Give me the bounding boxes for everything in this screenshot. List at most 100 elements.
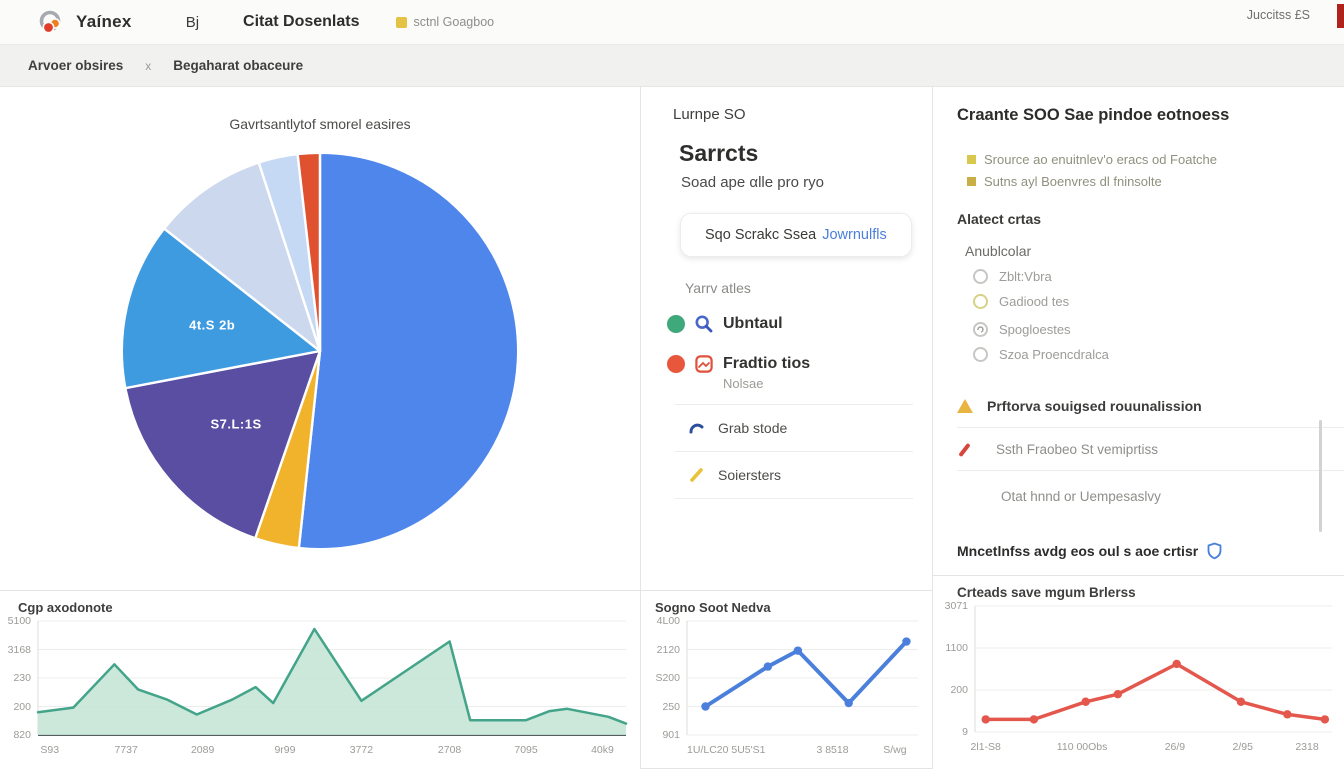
radio-icon bbox=[973, 294, 988, 309]
radio-icon bbox=[973, 322, 988, 337]
footer-row[interactable]: Mncetlnfss avdg eos oul s aoe crtisr bbox=[957, 542, 1344, 560]
settings-panel: Craante SOO Sae pindoe eotnoess Srource … bbox=[933, 86, 1344, 595]
browser-logo-icon[interactable] bbox=[38, 10, 62, 34]
x-tick-label: 3 8518 bbox=[816, 744, 848, 756]
y-tick-label: 1100 bbox=[933, 642, 968, 654]
legend-item-2-sub: Nolsae bbox=[723, 376, 913, 391]
divider bbox=[675, 404, 913, 405]
x-tick-label: 9r99 bbox=[274, 744, 295, 756]
arc-icon bbox=[687, 418, 707, 438]
tab-second[interactable]: Begaharat obaceure bbox=[173, 58, 303, 73]
menu-item-1[interactable]: Bj bbox=[186, 14, 199, 31]
legend-item-2[interactable]: Fradtio tios bbox=[667, 354, 913, 374]
panel-heading: Sarrcts bbox=[679, 140, 932, 167]
shield-icon bbox=[1206, 542, 1223, 560]
topbar-right-label[interactable]: Juccitss £S bbox=[1247, 8, 1310, 22]
button-link-text: Jowrnulfls bbox=[822, 227, 886, 243]
tab-close-icon[interactable]: x bbox=[145, 59, 151, 73]
y-tick-label: 3168 bbox=[0, 644, 31, 656]
radio-option-3[interactable]: Spogloestes bbox=[973, 322, 1344, 337]
legend-item-4[interactable]: Soiersters bbox=[687, 465, 913, 485]
bullet-list: Srource ao enuitnlev'o eracs od Foatche … bbox=[957, 152, 1344, 189]
primary-action-button[interactable]: Sqo Scrakc Ssea Jowrnulfls bbox=[681, 214, 911, 256]
line-chart-panel-blue: Sogno Soot Nedva 4L002120S2002509011U/LC… bbox=[641, 590, 933, 769]
y-tick-label: 2120 bbox=[641, 644, 680, 656]
pie-chart: S7.L:1S 4t.S 2b bbox=[117, 148, 523, 554]
magnifier-icon bbox=[694, 314, 714, 334]
pie-slice-label: S7.L:1S bbox=[210, 416, 261, 431]
y-tick-label: 200 bbox=[933, 684, 968, 696]
menu-item-2[interactable]: Citat Dosenlats bbox=[243, 13, 359, 31]
pie-chart-title: Gavrtsantlytof smorel easires bbox=[0, 116, 640, 132]
y-tick-label: 5100 bbox=[0, 615, 31, 627]
divider bbox=[675, 451, 913, 452]
green-status-dot bbox=[667, 315, 685, 333]
radio-option-1[interactable]: Zblt:Vbra bbox=[973, 269, 1344, 284]
x-tick-label: 26/9 bbox=[1165, 741, 1185, 753]
x-tick-label: 40k9 bbox=[591, 744, 614, 756]
x-tick-label: S93 bbox=[40, 744, 59, 756]
slash-icon bbox=[687, 465, 707, 485]
line-chart-panel-red: Crteads save mgum Brlerss 3071 1100 200 92l… bbox=[933, 575, 1344, 769]
x-tick-label: 7095 bbox=[514, 744, 537, 756]
image-icon bbox=[694, 354, 714, 374]
divider bbox=[957, 427, 1344, 428]
scrollbar-thumb[interactable] bbox=[1319, 420, 1322, 532]
legend-item-3[interactable]: Grab stode bbox=[687, 418, 913, 438]
y-tick-label: 820 bbox=[0, 729, 31, 741]
x-tick-label: 1U/LC20 5U5'S1 bbox=[687, 744, 765, 756]
radio-icon bbox=[973, 347, 988, 362]
x-tick-label: 3772 bbox=[350, 744, 373, 756]
note-row: Otat hnnd or Uempesaslvy bbox=[1001, 489, 1344, 504]
area-chart-panel: Cgp axodonote 5100 3168 230 200 820 S93 7737 20… bbox=[0, 590, 641, 769]
y-tick-label: 250 bbox=[641, 701, 680, 713]
pie-slice-label: 4t.S 2b bbox=[189, 317, 235, 332]
line-chart-blue: 4L002120S2002509011U/LC20 5U5'S13 8518S/… bbox=[641, 615, 932, 761]
x-tick-label: 2/95 bbox=[1233, 741, 1253, 753]
y-tick-label: 200 bbox=[0, 701, 31, 713]
edit-row[interactable]: Ssth Fraobeo St vemiprtiss bbox=[957, 442, 1344, 457]
settings-title: Craante SOO Sae pindoe eotnoess bbox=[957, 106, 1344, 125]
status-badge[interactable]: sctnl Goagboo bbox=[396, 15, 495, 29]
area-chart-title: Cgp axodonote bbox=[0, 591, 640, 615]
x-tick-label: 7737 bbox=[115, 744, 138, 756]
x-tick-label: 2089 bbox=[191, 744, 214, 756]
topbar-red-accent bbox=[1337, 4, 1344, 28]
section-label: Yarrv atles bbox=[685, 280, 932, 296]
x-tick-label: 2318 bbox=[1295, 741, 1318, 753]
red-status-dot bbox=[667, 355, 685, 373]
y-tick-label: 9 bbox=[933, 726, 968, 738]
pie-slice-main[interactable] bbox=[299, 153, 518, 549]
line-chart-red-title: Crteads save mgum Brlerss bbox=[933, 576, 1344, 600]
radio-option-2[interactable]: Gadiood tes bbox=[973, 294, 1344, 309]
line-chart-red: 3071110020092l1-S8110 00Obs26/92/952318 bbox=[933, 600, 1344, 758]
top-bar: Yaínex Bj Citat Dosenlats sctnl Goagboo … bbox=[0, 0, 1344, 45]
legend-item-1[interactable]: Ubntaul bbox=[667, 314, 913, 334]
group-label: Anublcolar bbox=[965, 243, 1344, 259]
bullet-square-icon bbox=[967, 177, 976, 186]
detail-panel: Lurnpe SO Sarrcts Soad ape αlle pro ryo … bbox=[641, 86, 933, 590]
area-chart: 5100 3168 230 200 820 S93 7737 2089 9r99 3772 2708… bbox=[0, 615, 640, 761]
radio-option-4[interactable]: Szoa Proencdralca bbox=[973, 347, 1344, 362]
legend-list: Ubntaul Fradtio tios Nolsae Grab stode bbox=[667, 314, 913, 499]
y-tick-label: 3071 bbox=[933, 600, 968, 612]
x-tick-label: 2708 bbox=[438, 744, 461, 756]
bullet-item-2: Sutns ayl Boenvres dl fninsolte bbox=[967, 174, 1344, 189]
section-heading: Alatect crtas bbox=[957, 211, 1344, 227]
tab-bar: Arvoer obsires x Begaharat obaceure bbox=[0, 45, 1344, 87]
y-tick-label: S200 bbox=[641, 672, 680, 684]
yellow-square-icon bbox=[396, 17, 407, 28]
panel-eyebrow: Lurnpe SO bbox=[673, 106, 932, 123]
brand-name: Yaínex bbox=[76, 12, 132, 32]
tab-first[interactable]: Arvoer obsires bbox=[28, 58, 123, 73]
warning-row[interactable]: Prftorva souigsed rouunalission bbox=[957, 398, 1344, 414]
pencil-icon bbox=[958, 442, 970, 456]
warning-triangle-icon bbox=[957, 399, 973, 413]
y-tick-label: 230 bbox=[0, 672, 31, 684]
y-tick-label: 901 bbox=[641, 729, 680, 741]
radio-icon bbox=[973, 269, 988, 284]
panel-subheading: Soad ape αlle pro ryo bbox=[681, 174, 932, 191]
y-tick-label: 4L00 bbox=[641, 615, 680, 627]
x-tick-label: 2l1-S8 bbox=[971, 741, 1001, 753]
bullet-square-icon bbox=[967, 155, 976, 164]
